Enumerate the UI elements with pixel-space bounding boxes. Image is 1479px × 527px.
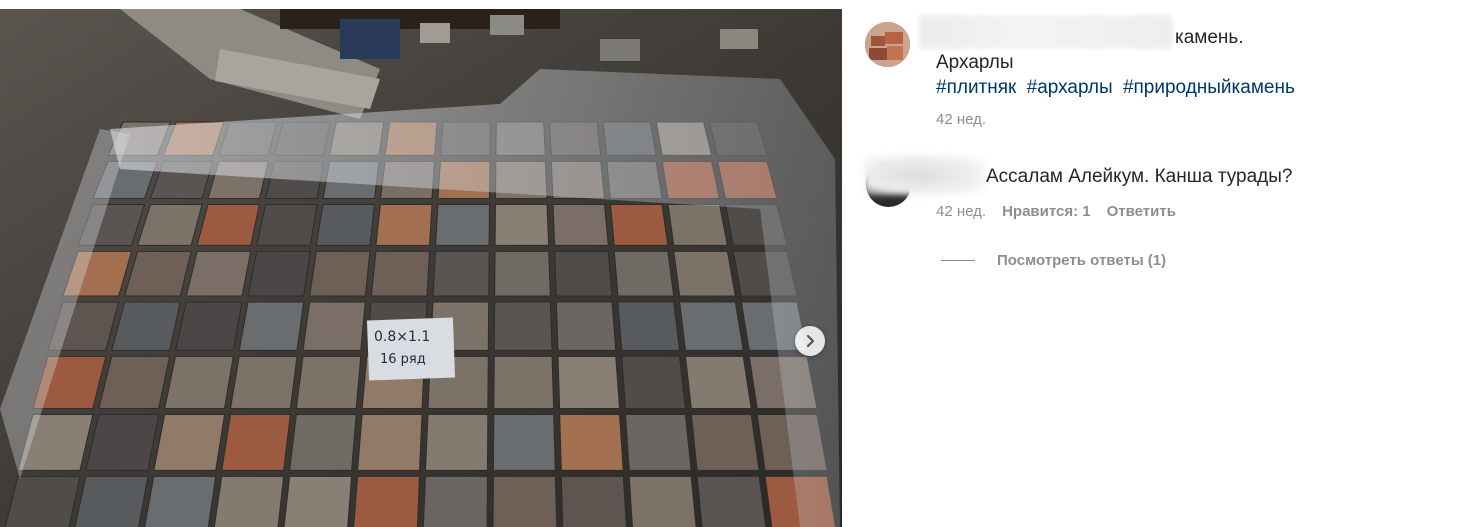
stone-tile xyxy=(213,475,285,527)
stone-tile xyxy=(238,301,305,351)
stone-tile xyxy=(617,301,681,351)
comment-timestamp[interactable]: 42 нед. xyxy=(936,203,986,220)
stone-tile xyxy=(302,301,366,351)
stone-tile xyxy=(229,355,298,409)
stone-tile xyxy=(492,475,558,527)
post-timestamp[interactable]: 42 нед. xyxy=(936,111,986,128)
view-replies-button[interactable]: Посмотреть ответы (1) xyxy=(941,252,1166,269)
stone-tile xyxy=(98,355,171,409)
stone-tile xyxy=(196,204,261,246)
stone-tile xyxy=(74,475,149,527)
comment-text: Ассалам Алейкум. Канша турады? xyxy=(986,166,1293,187)
stone-tile xyxy=(493,301,553,351)
stone-tile xyxy=(375,204,433,246)
pallet-label: 0.8×1.1 16 ряд xyxy=(366,317,456,381)
comment-meta: 42 нед. Нравится: 1 Ответить xyxy=(936,203,1176,220)
stone-tile xyxy=(422,475,488,527)
post-photo[interactable]: 0.8×1.1 16 ряд xyxy=(0,9,842,527)
comment-likes[interactable]: Нравится: 1 xyxy=(1002,203,1091,220)
stone-tile xyxy=(679,301,744,351)
stone-tile xyxy=(295,355,362,409)
stone-tile xyxy=(690,414,760,471)
hashtag-list: #плитняк #архарлы #природныйкамень xyxy=(936,77,1300,99)
svg-text:0.8×1.1: 0.8×1.1 xyxy=(374,329,430,345)
stone-tile xyxy=(153,414,226,471)
stone-tile xyxy=(221,414,291,471)
stone-tile xyxy=(185,250,252,297)
stone-tile xyxy=(174,301,243,351)
author-name-blurred xyxy=(919,15,1173,49)
stone-tile xyxy=(424,414,489,471)
next-image-button[interactable] xyxy=(795,326,825,356)
stone-tile xyxy=(609,204,669,246)
stone-tile xyxy=(492,414,556,471)
stone-tile xyxy=(289,414,357,471)
stone-tile xyxy=(560,475,627,527)
view-replies-label: Посмотреть ответы (1) xyxy=(997,252,1167,269)
stone-tile xyxy=(613,250,675,297)
stone-tile xyxy=(559,414,624,471)
stone-tile xyxy=(432,250,490,297)
hashtag-link[interactable]: #плитняк xyxy=(936,77,1016,98)
stone-tile xyxy=(256,204,318,246)
caption-text: камень. xyxy=(1175,27,1244,48)
stone-tile xyxy=(667,204,729,246)
stone-tile xyxy=(628,475,697,527)
stone-tile xyxy=(144,475,217,527)
stone-tile xyxy=(493,355,555,409)
stone-tile xyxy=(353,475,421,527)
photo-top-strip xyxy=(0,0,842,9)
stone-tile xyxy=(673,250,736,297)
comments-panel: камень. Архарлы #плитняк #архарлы #приро… xyxy=(842,0,1479,527)
stone-tile xyxy=(684,355,752,409)
stone-tile xyxy=(554,250,613,297)
stone-tile xyxy=(309,250,371,297)
stone-tile xyxy=(621,355,686,409)
stone-tile xyxy=(494,250,551,297)
hashtag-link[interactable]: #архарлы xyxy=(1027,77,1113,98)
stone-tile xyxy=(357,414,423,471)
stone-tile xyxy=(164,355,234,409)
stone-tile xyxy=(283,475,353,527)
stone-tile xyxy=(624,414,692,471)
svg-text:16 ряд: 16 ряд xyxy=(380,352,426,367)
stone-tile xyxy=(557,355,621,409)
stone-tile xyxy=(247,250,311,297)
stone-tile xyxy=(85,414,160,471)
caption-line-2: Архарлы xyxy=(936,52,1014,73)
chevron-right-icon xyxy=(806,334,815,348)
stone-tile xyxy=(494,204,550,246)
stone-tile xyxy=(555,301,617,351)
stone-tile xyxy=(696,475,767,527)
stone-tiles-image: 0.8×1.1 16 ряд xyxy=(0,9,842,527)
reply-button[interactable]: Ответить xyxy=(1107,203,1176,220)
stone-tile xyxy=(370,250,431,297)
avatar-image xyxy=(865,22,910,67)
stone-tile xyxy=(434,204,491,246)
stone-tile xyxy=(552,204,609,246)
hashtag-link[interactable]: #природныйкамень xyxy=(1123,77,1295,98)
author-avatar[interactable] xyxy=(865,22,910,67)
replies-divider xyxy=(941,260,975,261)
stone-tile xyxy=(315,204,376,246)
commenter-name-blurred xyxy=(864,155,984,195)
